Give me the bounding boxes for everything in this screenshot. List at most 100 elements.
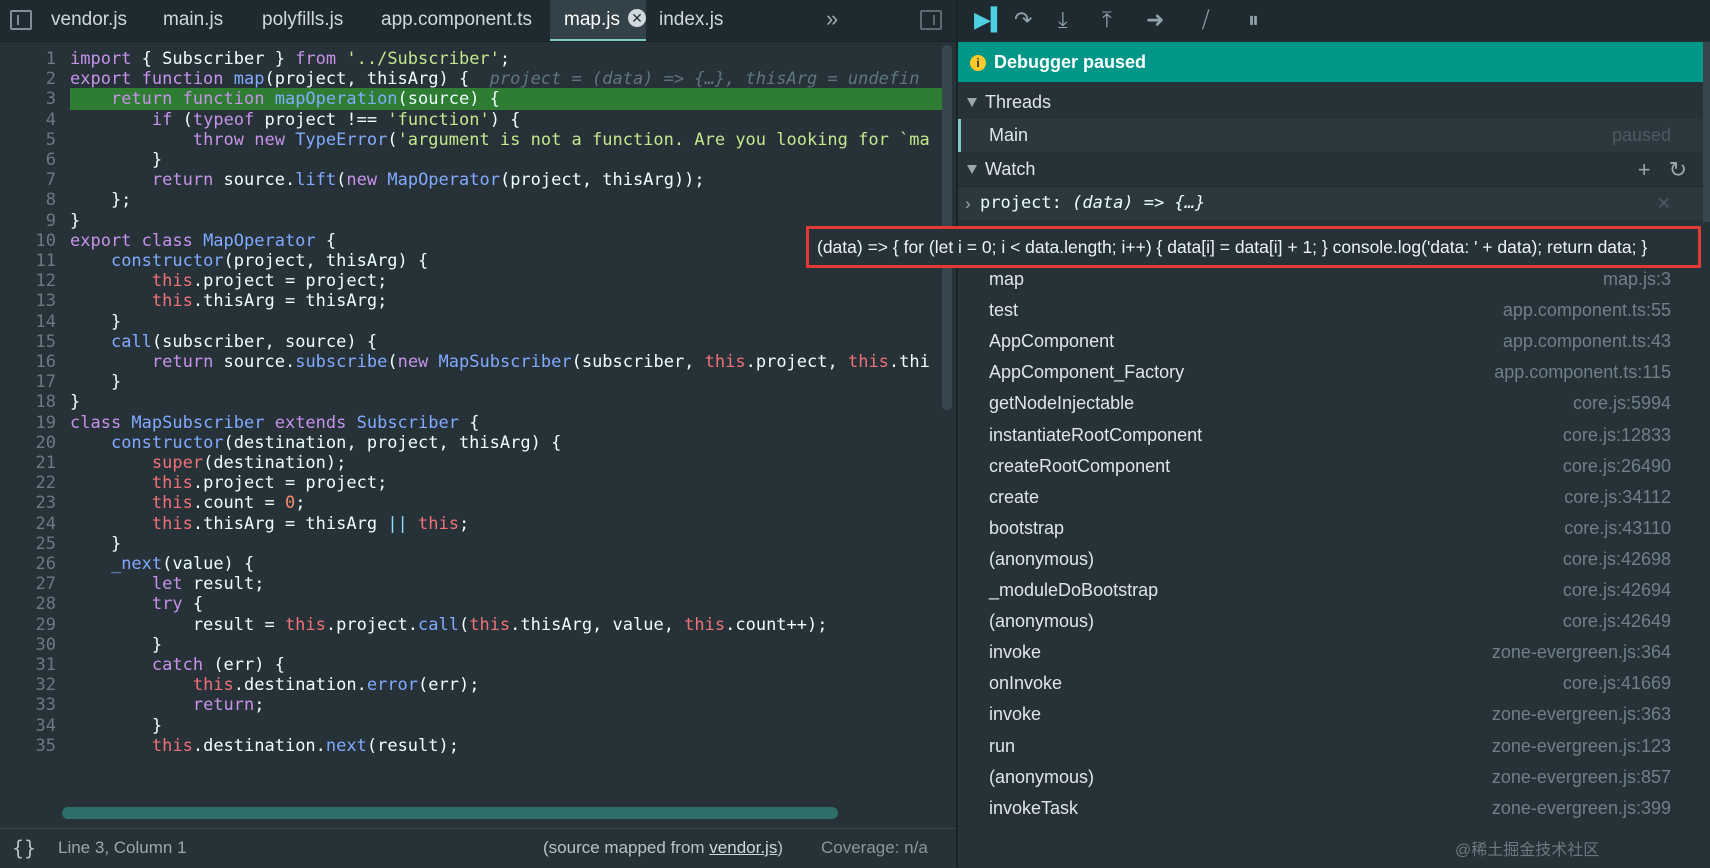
code-line[interactable]: 14 } (0, 311, 942, 333)
step-over-icon[interactable]: ↷ (1014, 8, 1032, 32)
call-stack-frame[interactable]: bootstrap core.js:43110 (958, 511, 1703, 545)
call-stack-frame[interactable]: getNodeInjectable core.js:5994 (958, 386, 1703, 420)
tab-app-component-ts[interactable]: app.component.ts (381, 0, 532, 41)
tab-map-js[interactable]: map.js ✕ (550, 0, 646, 41)
line-number[interactable]: 3 (0, 88, 70, 111)
step-out-icon[interactable]: ⤒ (1102, 8, 1112, 32)
code-view[interactable]: 1 import { Subscriber } from '../Subscrib… (0, 45, 942, 815)
line-number[interactable]: 15 (0, 331, 70, 353)
code-line[interactable]: 2 export function map(project, thisArg) {… (0, 68, 942, 90)
call-stack-frame[interactable]: create core.js:34112 (958, 480, 1703, 514)
call-stack-frame[interactable]: _moduleDoBootstrap core.js:42694 (958, 573, 1703, 607)
remove-watch-icon[interactable]: ✕ (1657, 187, 1671, 220)
code-line[interactable]: 24 this.thisArg = thisArg || this; (0, 513, 942, 535)
code-line[interactable]: 34 } (0, 715, 942, 737)
source-mapped-link[interactable]: vendor.js (709, 838, 777, 857)
code-line[interactable]: 8 }; (0, 189, 942, 211)
call-stack-frame[interactable]: createRootComponent core.js:26490 (958, 449, 1703, 483)
pause-on-exceptions-icon[interactable]: ⏸ (1248, 8, 1259, 32)
code-line[interactable]: 1 import { Subscriber } from '../Subscrib… (0, 48, 942, 70)
call-stack-frame[interactable]: instantiateRootComponent core.js:12833 (958, 418, 1703, 452)
close-tab-icon[interactable]: ✕ (627, 9, 646, 27)
step-icon[interactable]: ➜ (1146, 8, 1164, 32)
code-line[interactable]: 10 export class MapOperator { (0, 230, 942, 252)
tab-vendor-js[interactable]: vendor.js (51, 0, 127, 41)
thread-item-main[interactable]: Main paused (958, 119, 1703, 152)
line-number[interactable]: 12 (0, 270, 70, 292)
code-line[interactable]: 35 this.destination.next(result); (0, 735, 942, 757)
code-line[interactable]: 25 } (0, 533, 942, 555)
code-line[interactable]: 4 if (typeof project !== 'function') { (0, 109, 942, 131)
tab-index-js[interactable]: index.js (659, 0, 723, 41)
threads-section-header[interactable]: Threads (958, 86, 1703, 120)
code-line[interactable]: 18} (0, 391, 942, 413)
call-stack-frame[interactable]: AppComponent app.component.ts:43 (958, 324, 1703, 358)
line-number[interactable]: 26 (0, 553, 70, 575)
code-line[interactable]: 32 this.destination.error(err); (0, 674, 942, 696)
watch-expression[interactable]: › project: (data) => {…} ✕ (958, 187, 1703, 220)
tab-polyfills-js[interactable]: polyfills.js (262, 0, 343, 41)
code-line[interactable]: 31 catch (err) { (0, 654, 942, 676)
pretty-print-icon[interactable]: {} (12, 836, 36, 860)
deactivate-breakpoints-icon[interactable]: ⧸ (1202, 8, 1209, 32)
line-number[interactable]: 20 (0, 432, 70, 454)
step-in-icon[interactable]: ⤓ (1058, 8, 1068, 32)
line-number[interactable]: 30 (0, 634, 70, 656)
line-number[interactable]: 13 (0, 290, 70, 312)
line-number[interactable]: 32 (0, 674, 70, 696)
code-line[interactable]: 3 return function mapOperation(source) { (0, 88, 942, 111)
call-stack-frame[interactable]: onInvoke core.js:41669 (958, 666, 1703, 700)
code-line[interactable]: 26 _next(value) { (0, 553, 942, 575)
line-number[interactable]: 29 (0, 614, 70, 636)
toggle-sources-panel-icon[interactable] (10, 10, 32, 30)
call-stack-frame[interactable]: run zone-evergreen.js:123 (958, 729, 1703, 763)
line-number[interactable]: 10 (0, 230, 70, 252)
code-line[interactable]: 16 return source.subscribe(new MapSubscr… (0, 351, 942, 373)
code-line[interactable]: 6 } (0, 149, 942, 171)
line-number[interactable]: 6 (0, 149, 70, 171)
call-stack-frame[interactable]: AppComponent_Factory app.component.ts:115 (958, 355, 1703, 389)
line-number[interactable]: 28 (0, 593, 70, 615)
line-number[interactable]: 18 (0, 391, 70, 413)
line-number[interactable]: 16 (0, 351, 70, 373)
line-number[interactable]: 8 (0, 189, 70, 211)
line-number[interactable]: 31 (0, 654, 70, 676)
line-number[interactable]: 9 (0, 210, 70, 232)
code-line[interactable]: 22 this.project = project; (0, 472, 942, 494)
add-watch-icon[interactable]: + (1638, 157, 1651, 182)
tab-main-js[interactable]: main.js (163, 0, 223, 41)
code-line[interactable]: 11 constructor(project, thisArg) { (0, 250, 942, 272)
line-number[interactable]: 22 (0, 472, 70, 494)
call-stack-frame[interactable]: invoke zone-evergreen.js:364 (958, 635, 1703, 669)
line-number[interactable]: 1 (0, 48, 70, 70)
code-line[interactable]: 20 constructor(destination, project, thi… (0, 432, 942, 454)
horizontal-scrollbar[interactable] (62, 807, 838, 819)
debugger-scrollbar[interactable] (1703, 42, 1710, 222)
line-number[interactable]: 33 (0, 694, 70, 716)
line-number[interactable]: 4 (0, 109, 70, 131)
code-line[interactable]: 23 this.count = 0; (0, 492, 942, 514)
line-number[interactable]: 19 (0, 412, 70, 434)
chevron-right-icon[interactable]: › (965, 187, 971, 220)
code-line[interactable]: 27 let result; (0, 573, 942, 595)
call-stack-frame[interactable]: (anonymous) zone-evergreen.js:857 (958, 760, 1703, 794)
code-line[interactable]: 9} (0, 210, 942, 232)
line-number[interactable]: 5 (0, 129, 70, 151)
code-line[interactable]: 29 result = this.project.call(this.thisA… (0, 614, 942, 636)
line-number[interactable]: 7 (0, 169, 70, 191)
line-number[interactable]: 24 (0, 513, 70, 535)
line-number[interactable]: 25 (0, 533, 70, 555)
watch-section-header[interactable]: Watch + ↻ (958, 153, 1703, 187)
toggle-debugger-panel-icon[interactable] (920, 10, 942, 30)
code-line[interactable]: 30 } (0, 634, 942, 656)
code-line[interactable]: 28 try { (0, 593, 942, 615)
line-number[interactable]: 35 (0, 735, 70, 757)
code-line[interactable]: 21 super(destination); (0, 452, 942, 474)
line-number[interactable]: 14 (0, 311, 70, 333)
call-stack-frame[interactable]: (anonymous) core.js:42649 (958, 604, 1703, 638)
code-line[interactable]: 12 this.project = project; (0, 270, 942, 292)
line-number[interactable]: 17 (0, 371, 70, 393)
call-stack-frame[interactable]: invokeTask zone-evergreen.js:399 (958, 791, 1703, 825)
code-line[interactable]: 5 throw new TypeError('argument is not a… (0, 129, 942, 151)
code-line[interactable]: 33 return; (0, 694, 942, 716)
